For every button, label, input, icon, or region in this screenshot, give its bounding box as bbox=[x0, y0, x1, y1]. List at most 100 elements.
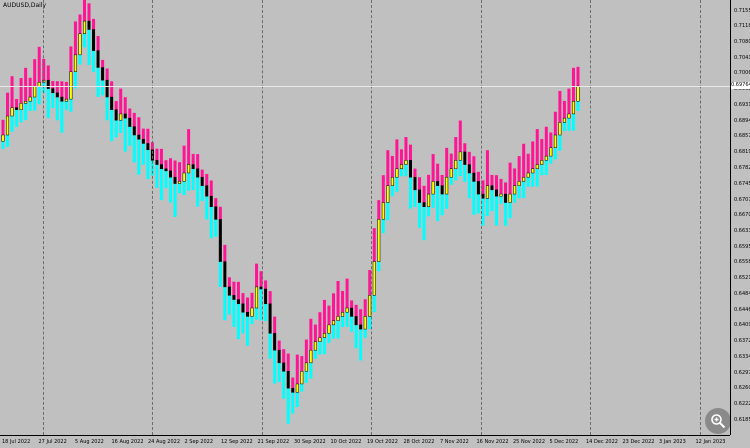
candle bbox=[413, 168, 417, 208]
candle-bear-body bbox=[223, 261, 227, 288]
price-tick-label: 0.63340 bbox=[734, 353, 750, 360]
candle bbox=[341, 290, 345, 328]
candle bbox=[123, 97, 127, 152]
candle-bear-body bbox=[264, 288, 268, 305]
candle bbox=[46, 65, 50, 118]
price-tick-label: 0.65210 bbox=[734, 275, 750, 282]
candle-bull-body bbox=[526, 172, 530, 178]
candle bbox=[540, 139, 544, 176]
candle-bull-body bbox=[336, 316, 340, 321]
candle-bull-body bbox=[119, 113, 123, 121]
candle bbox=[101, 59, 105, 96]
candle-bear-body bbox=[350, 307, 354, 317]
candle bbox=[37, 46, 41, 105]
candles-layer bbox=[1, 0, 580, 424]
time-tick-label: 24 Aug 2022 bbox=[148, 439, 181, 445]
candle-bull-body bbox=[363, 316, 367, 330]
candle-bear-body bbox=[422, 202, 426, 207]
time-tick-label: 7 Nov 2022 bbox=[440, 439, 469, 445]
candle bbox=[214, 198, 218, 237]
candle-bear-body bbox=[114, 109, 118, 121]
candle bbox=[571, 67, 575, 131]
candle bbox=[273, 316, 277, 384]
candle bbox=[436, 163, 440, 222]
time-tick-label: 25 Nov 2022 bbox=[513, 439, 546, 445]
candle bbox=[354, 304, 358, 349]
price-tick-label: 0.70060 bbox=[734, 70, 750, 77]
candle-bull-body bbox=[544, 155, 548, 161]
candle bbox=[286, 353, 290, 424]
candle-bear-body bbox=[101, 67, 105, 81]
candle bbox=[114, 101, 118, 138]
candle-bull-body bbox=[6, 115, 10, 136]
candle-bear-body bbox=[173, 176, 177, 184]
candle bbox=[146, 128, 150, 180]
candle bbox=[558, 90, 562, 151]
time-tick-label: 19 Oct 2022 bbox=[367, 439, 398, 445]
candle bbox=[399, 149, 403, 177]
candle-bull-body bbox=[372, 261, 376, 296]
candle bbox=[485, 150, 489, 217]
candle-bear-body bbox=[55, 92, 59, 98]
candle bbox=[390, 155, 394, 197]
candle-bear-body bbox=[277, 349, 281, 364]
vertical-grid-line bbox=[699, 0, 701, 435]
candle-bull-body bbox=[255, 286, 259, 309]
candle bbox=[526, 153, 530, 187]
price-tick-label: 0.66330 bbox=[734, 227, 750, 234]
candle bbox=[264, 280, 268, 321]
chart-area[interactable]: AUDUSD,Daily bbox=[0, 0, 731, 435]
price-tick-label: 0.70430 bbox=[734, 54, 750, 61]
candle-bear-body bbox=[413, 176, 417, 191]
price-tick-label: 0.64460 bbox=[734, 306, 750, 313]
candle bbox=[92, 18, 96, 72]
candle bbox=[87, 3, 91, 65]
candle bbox=[418, 177, 422, 228]
candle-bear-body bbox=[359, 324, 363, 330]
candle-bull-body bbox=[73, 54, 77, 72]
vertical-grid-line bbox=[590, 0, 591, 435]
time-tick-label: 3 Jan 2023 bbox=[659, 439, 686, 445]
candle-bull-body bbox=[535, 164, 539, 170]
candle bbox=[60, 81, 64, 133]
candle bbox=[24, 67, 28, 121]
candle-bull-body bbox=[522, 176, 526, 182]
candle-bull-body bbox=[332, 320, 336, 326]
candle-bear-body bbox=[245, 311, 249, 317]
candle-bull-body bbox=[549, 147, 553, 157]
candle bbox=[332, 293, 336, 339]
candle bbox=[345, 278, 349, 327]
candle-bear-body bbox=[128, 117, 132, 127]
candle-bear-body bbox=[282, 362, 286, 372]
candle-bear-body bbox=[123, 113, 127, 119]
candle-bull-body bbox=[64, 98, 68, 102]
candle-bull-body bbox=[28, 96, 32, 102]
price-tick-label: 0.67450 bbox=[734, 180, 750, 187]
candle bbox=[458, 120, 462, 177]
candle-bull-body bbox=[250, 307, 254, 317]
candle-bear-body bbox=[504, 193, 508, 203]
candle-bear-body bbox=[408, 160, 412, 178]
candle-bear-body bbox=[196, 168, 200, 178]
candle bbox=[15, 98, 19, 127]
candle bbox=[454, 137, 458, 181]
candle-bull-body bbox=[83, 20, 86, 35]
price-axis[interactable]: 0.715500.711800.708000.704300.700600.696… bbox=[730, 0, 750, 435]
candle-bull-body bbox=[395, 168, 399, 178]
candle-bull-body bbox=[445, 176, 449, 195]
candle-bull-body bbox=[304, 362, 308, 372]
candle bbox=[128, 108, 132, 146]
candle bbox=[372, 228, 376, 313]
time-tick-label: 12 Jan 2023 bbox=[695, 439, 726, 445]
candle bbox=[209, 180, 213, 239]
time-axis[interactable]: 18 Jul 2022 27 Jul 2022 5 Aug 2022 16 Aug 2… bbox=[0, 435, 730, 448]
zoom-button[interactable] bbox=[705, 408, 731, 434]
candle-bear-body bbox=[200, 176, 204, 186]
candle-bull-body bbox=[458, 151, 462, 161]
candle-bear-body bbox=[354, 316, 358, 326]
candle bbox=[508, 162, 512, 219]
candle-bear-body bbox=[490, 185, 494, 191]
candle-bull-body bbox=[399, 164, 403, 170]
candle bbox=[205, 174, 209, 220]
candle bbox=[277, 340, 281, 383]
